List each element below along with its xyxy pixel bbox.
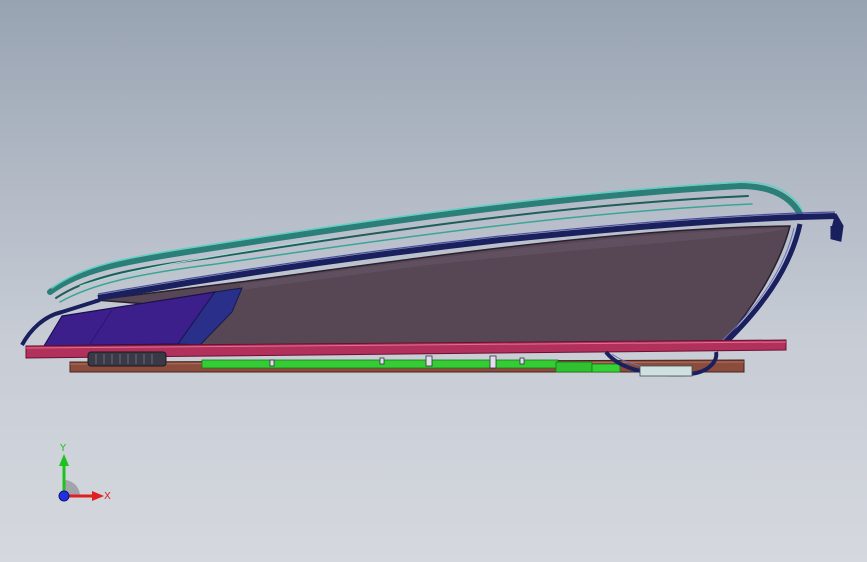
sunroof-assembly-model[interactable] xyxy=(0,0,867,562)
y-arrow-icon xyxy=(59,454,69,466)
coordinate-triad[interactable]: Y X xyxy=(40,436,120,516)
cad-viewport[interactable]: Y X xyxy=(0,0,867,562)
x-arrow-icon xyxy=(92,491,104,501)
z-axis-icon xyxy=(58,490,70,502)
x-axis-label: X xyxy=(104,491,111,502)
y-axis-label: Y xyxy=(59,443,67,454)
drive-motor xyxy=(87,351,167,367)
